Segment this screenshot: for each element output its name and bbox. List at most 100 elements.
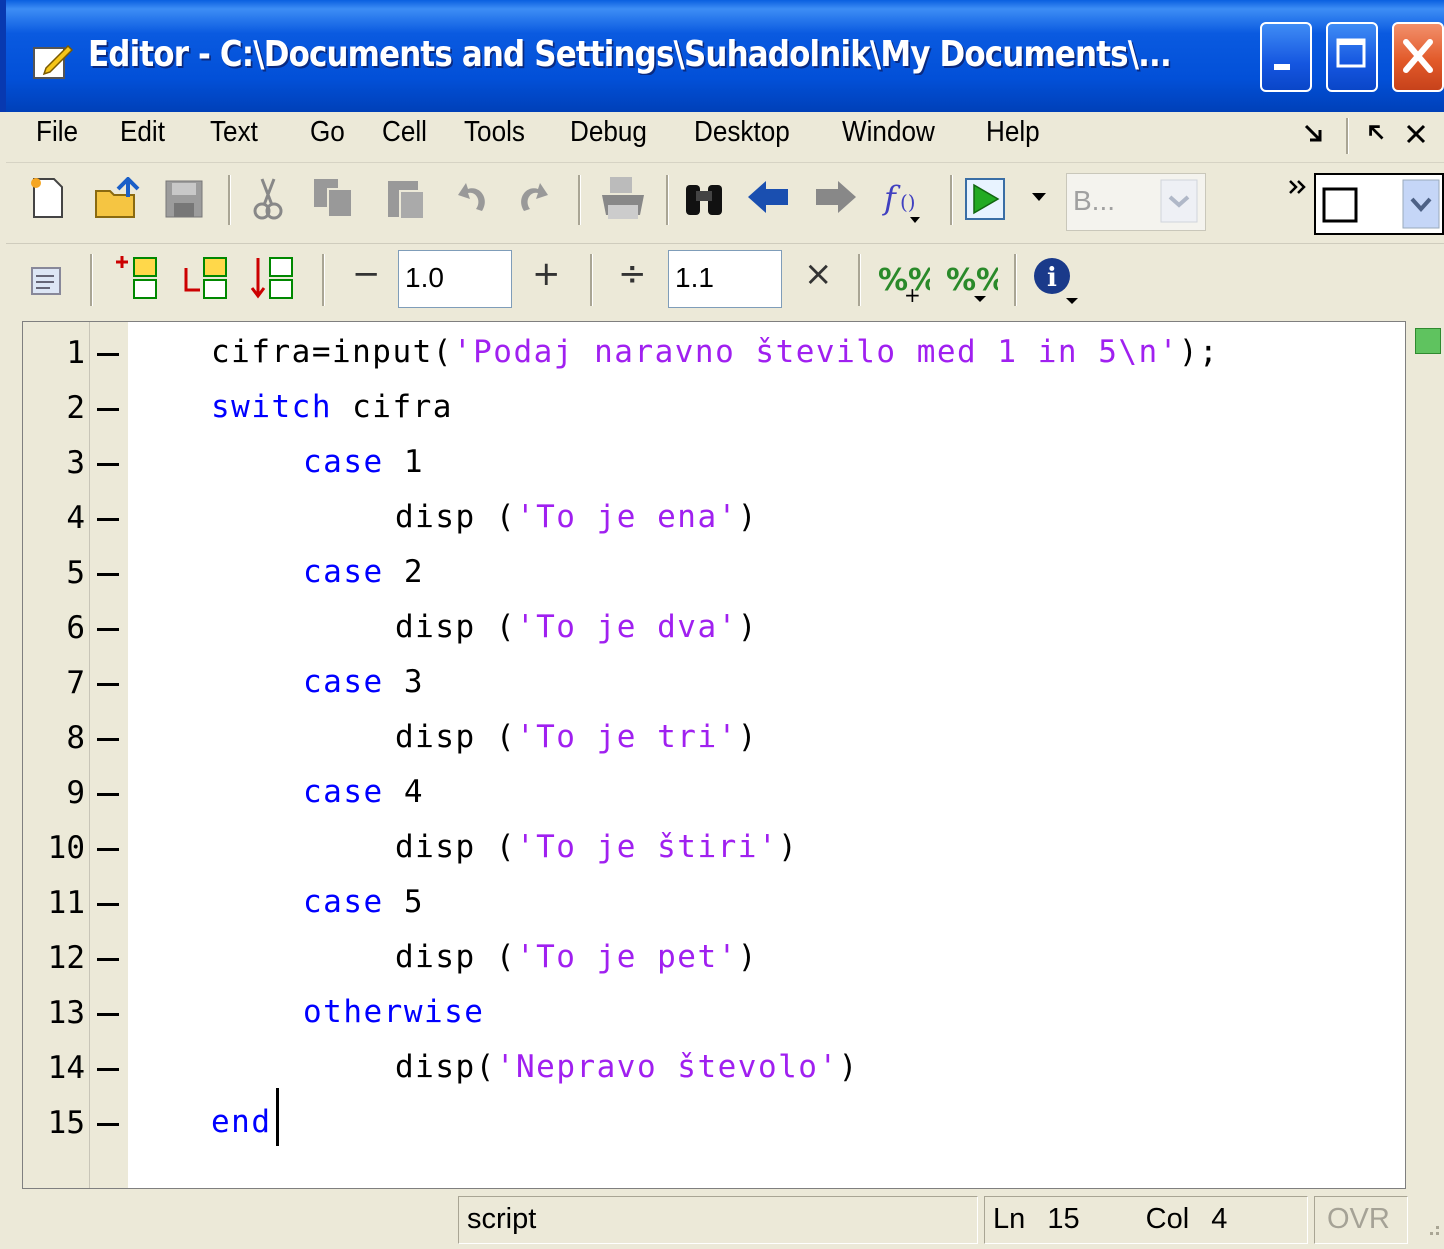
paste-icon[interactable] bbox=[386, 175, 426, 221]
code-line[interactable]: cifra=input('Podaj naravno število med 1… bbox=[211, 334, 1219, 370]
menu-separator bbox=[1346, 118, 1349, 154]
svg-text:+: + bbox=[904, 283, 921, 306]
maximize-button[interactable] bbox=[1326, 22, 1378, 92]
code-line[interactable]: disp('Nepravo števolo') bbox=[395, 1049, 859, 1085]
code-line[interactable]: disp ('To je tri') bbox=[395, 719, 758, 755]
breakpoint-marker[interactable] bbox=[97, 738, 119, 741]
increment-button[interactable]: + bbox=[532, 254, 561, 294]
code-analyzer-indicator[interactable] bbox=[1415, 328, 1441, 354]
breakpoint-marker[interactable] bbox=[97, 958, 119, 961]
multiply-button[interactable]: × bbox=[804, 254, 833, 294]
decrement-button[interactable]: − bbox=[352, 254, 381, 294]
breakpoint-marker[interactable] bbox=[97, 683, 119, 686]
breakpoint-marker[interactable] bbox=[97, 1123, 119, 1126]
code-line[interactable]: case 1 bbox=[303, 444, 424, 480]
code-line[interactable]: case 2 bbox=[303, 554, 424, 590]
toolbar-separator bbox=[228, 175, 231, 225]
code-editor[interactable]: 1 2 3 4 5 6 7 8 9 10 11 12 13 14 15 cifr… bbox=[22, 321, 1406, 1189]
toolbar-separator bbox=[858, 254, 861, 306]
cell-divider-dropdown-icon[interactable]: %% bbox=[944, 254, 998, 306]
undock-icon[interactable] bbox=[1302, 122, 1326, 146]
close-document-icon[interactable] bbox=[1404, 122, 1428, 146]
layout-select[interactable] bbox=[1314, 173, 1444, 235]
code-line[interactable]: disp ('To je dva') bbox=[395, 609, 758, 645]
minimize-button[interactable] bbox=[1260, 22, 1312, 92]
back-arrow-icon[interactable] bbox=[746, 179, 790, 215]
save-icon[interactable] bbox=[164, 179, 204, 219]
insert-cell-divider-icon[interactable]: %%+ bbox=[876, 254, 930, 306]
undo-icon[interactable] bbox=[456, 179, 490, 217]
code-line[interactable]: disp ('To je ena') bbox=[395, 499, 758, 535]
breakpoint-marker[interactable] bbox=[97, 848, 119, 851]
cut-icon[interactable] bbox=[250, 175, 286, 223]
cell-mode-icon[interactable] bbox=[24, 262, 64, 298]
menu-help[interactable]: Help bbox=[986, 116, 1040, 149]
toolbar-separator bbox=[950, 175, 953, 225]
menu-window[interactable]: Window bbox=[842, 116, 935, 149]
resize-grip-icon[interactable] bbox=[1420, 1216, 1442, 1238]
menu-cell[interactable]: Cell bbox=[382, 116, 427, 149]
code-line[interactable]: switch cifra bbox=[211, 389, 453, 425]
print-icon[interactable] bbox=[600, 175, 646, 223]
text-caret bbox=[276, 1088, 279, 1146]
evaluate-entire-file-icon[interactable] bbox=[250, 254, 296, 304]
dock-icon[interactable] bbox=[1366, 122, 1388, 144]
breakpoint-marker[interactable] bbox=[97, 1013, 119, 1016]
code-line[interactable]: otherwise bbox=[303, 994, 484, 1030]
breakpoint-marker[interactable] bbox=[97, 518, 119, 521]
multiply-value-field[interactable]: 1.1 bbox=[668, 250, 782, 308]
line-value: 15 bbox=[1047, 1203, 1080, 1235]
minimize-icon bbox=[1274, 64, 1290, 70]
title-bar[interactable]: Editor - C:\Documents and Settings\Suhad… bbox=[0, 0, 1444, 112]
redo-icon[interactable] bbox=[516, 179, 550, 217]
menu-text[interactable]: Text bbox=[210, 116, 258, 149]
breakpoint-marker[interactable] bbox=[97, 628, 119, 631]
close-button[interactable] bbox=[1392, 22, 1444, 92]
new-file-icon[interactable] bbox=[28, 175, 68, 221]
code-line[interactable]: disp ('To je pet') bbox=[395, 939, 758, 975]
menu-tools[interactable]: Tools bbox=[464, 116, 525, 149]
code-line[interactable]: end bbox=[211, 1104, 272, 1140]
code-line[interactable]: case 3 bbox=[303, 664, 424, 700]
breakpoint-column[interactable] bbox=[90, 322, 128, 1188]
overwrite-indicator: OVR bbox=[1314, 1196, 1408, 1244]
increment-value-field[interactable]: 1.0 bbox=[398, 250, 512, 308]
menu-go[interactable]: Go bbox=[310, 116, 345, 149]
code-line[interactable]: case 5 bbox=[303, 884, 424, 920]
find-icon[interactable] bbox=[682, 177, 726, 219]
breakpoint-marker[interactable] bbox=[97, 408, 119, 411]
divide-button[interactable]: ÷ bbox=[618, 254, 647, 294]
open-file-icon[interactable] bbox=[94, 177, 142, 221]
breakpoint-marker[interactable] bbox=[97, 793, 119, 796]
breakpoint-marker[interactable] bbox=[97, 463, 119, 466]
line-number: 8 bbox=[66, 720, 85, 756]
forward-arrow-icon[interactable] bbox=[814, 179, 858, 215]
breakpoint-marker[interactable] bbox=[97, 353, 119, 356]
info-icon[interactable]: i bbox=[1030, 252, 1080, 308]
toolbar-separator bbox=[90, 254, 93, 306]
stack-select-value: B... bbox=[1073, 185, 1116, 216]
run-dropdown-icon[interactable] bbox=[1032, 193, 1046, 203]
function-icon[interactable]: f () bbox=[880, 173, 930, 227]
line-number: 2 bbox=[66, 390, 85, 426]
code-line[interactable]: case 4 bbox=[303, 774, 424, 810]
chevron-down-icon[interactable] bbox=[1160, 179, 1198, 223]
menu-file[interactable]: File bbox=[36, 116, 78, 149]
editor-window: Editor - C:\Documents and Settings\Suhad… bbox=[0, 0, 1444, 1249]
breakpoint-marker[interactable] bbox=[97, 1068, 119, 1071]
breakpoint-marker[interactable] bbox=[97, 573, 119, 576]
code-line[interactable]: disp ('To je štiri') bbox=[395, 829, 798, 865]
menu-edit[interactable]: Edit bbox=[120, 116, 165, 149]
breakpoint-marker[interactable] bbox=[97, 903, 119, 906]
menu-debug[interactable]: Debug bbox=[570, 116, 647, 149]
evaluate-and-advance-icon[interactable] bbox=[182, 254, 232, 304]
toolbar-overflow-icon[interactable] bbox=[1288, 179, 1310, 195]
copy-icon[interactable] bbox=[312, 177, 356, 219]
menu-desktop[interactable]: Desktop bbox=[694, 116, 790, 149]
chevron-down-icon bbox=[1402, 179, 1440, 229]
run-icon[interactable] bbox=[964, 177, 1006, 221]
evaluate-cell-icon[interactable] bbox=[114, 254, 160, 304]
editor-app-icon bbox=[33, 44, 74, 79]
toolbar-separator bbox=[666, 175, 669, 225]
svg-text:%%: %% bbox=[946, 263, 998, 298]
